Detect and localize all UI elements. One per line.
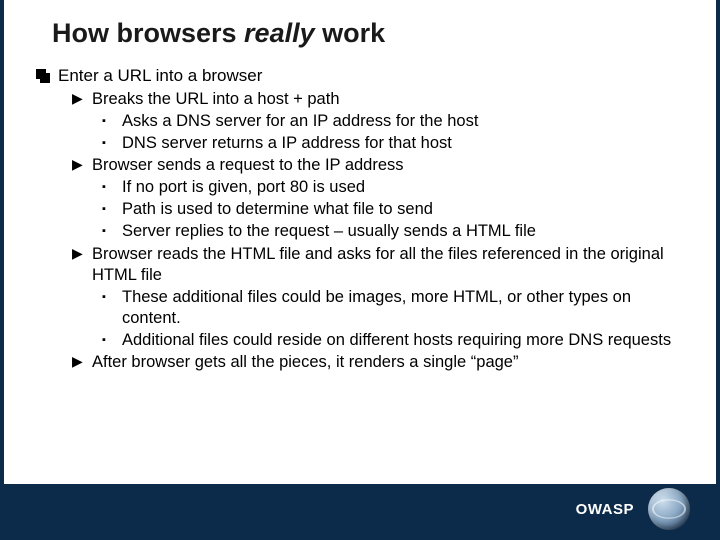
title-pre: How browsers (52, 18, 244, 48)
slide-title: How browsers really work (52, 18, 716, 49)
footer: OWASP (576, 488, 690, 530)
level3-text: Path is used to determine what file to s… (122, 199, 433, 220)
level3-group: ▪ Asks a DNS server for an IP address for… (72, 111, 676, 154)
bullet-level3: ▪ If no port is given, port 80 is used (102, 177, 676, 198)
slide-body: How browsers really work Enter a URL int… (4, 0, 716, 484)
level3-text: If no port is given, port 80 is used (122, 177, 365, 198)
square-small-bullet-icon: ▪ (102, 330, 116, 351)
content-area: Enter a URL into a browser ▶ Breaks the U… (4, 59, 716, 373)
bullet-level2: ▶ Browser sends a request to the IP addre… (72, 155, 676, 176)
footer-label: OWASP (576, 501, 634, 518)
level2-text: Browser reads the HTML file and asks for… (92, 244, 676, 286)
title-post: work (315, 18, 386, 48)
level1-text: Enter a URL into a browser (58, 65, 262, 87)
level3-text: DNS server returns a IP address for that… (122, 133, 452, 154)
bullet-level3: ▪ Additional files could reside on differ… (102, 330, 676, 351)
square-small-bullet-icon: ▪ (102, 221, 116, 242)
bullet-level3: ▪ DNS server returns a IP address for tha… (102, 133, 676, 154)
owasp-logo-icon (648, 488, 690, 530)
square-small-bullet-icon: ▪ (102, 199, 116, 220)
level2-text: Breaks the URL into a host + path (92, 89, 340, 110)
level3-text: Server replies to the request – usually … (122, 221, 536, 242)
square-small-bullet-icon: ▪ (102, 133, 116, 154)
bullet-level2: ▶Browser reads the HTML file and asks fo… (72, 244, 676, 286)
bullet-level3: ▪ Path is used to determine what file to … (102, 199, 676, 220)
square-bullet-icon (36, 69, 50, 83)
triangle-bullet-icon: ▶ (72, 244, 86, 286)
level3-text: Asks a DNS server for an IP address for … (122, 111, 478, 132)
triangle-bullet-icon: ▶ (72, 352, 86, 373)
level3-text: These additional files could be images, … (122, 287, 676, 329)
square-small-bullet-icon: ▪ (102, 287, 116, 329)
level2-group: ▶Breaks the URL into a host + path▪Asks … (36, 89, 676, 373)
bullet-level3: ▪ Asks a DNS server for an IP address for… (102, 111, 676, 132)
level3-group: ▪These additional files could be images,… (72, 287, 676, 351)
title-wrap: How browsers really work (4, 0, 716, 59)
triangle-bullet-icon: ▶ (72, 155, 86, 176)
bullet-level1: Enter a URL into a browser (36, 65, 676, 87)
triangle-bullet-icon: ▶ (72, 89, 86, 110)
level3-text: Additional files could reside on differe… (122, 330, 671, 351)
level3-group: ▪ If no port is given, port 80 is used ▪ Pa… (72, 177, 676, 242)
square-small-bullet-icon: ▪ (102, 111, 116, 132)
bullet-level3: ▪These additional files could be images,… (102, 287, 676, 329)
level2-text: Browser sends a request to the IP addres… (92, 155, 404, 176)
square-small-bullet-icon: ▪ (102, 177, 116, 198)
level2-text: After browser gets all the pieces, it re… (92, 352, 518, 373)
bullet-level3: ▪ Server replies to the request – usually… (102, 221, 676, 242)
bullet-level2: ▶ Breaks the URL into a host + path (72, 89, 676, 110)
title-em: really (244, 18, 315, 48)
bullet-level2: ▶ After browser gets all the pieces, it r… (72, 352, 676, 373)
